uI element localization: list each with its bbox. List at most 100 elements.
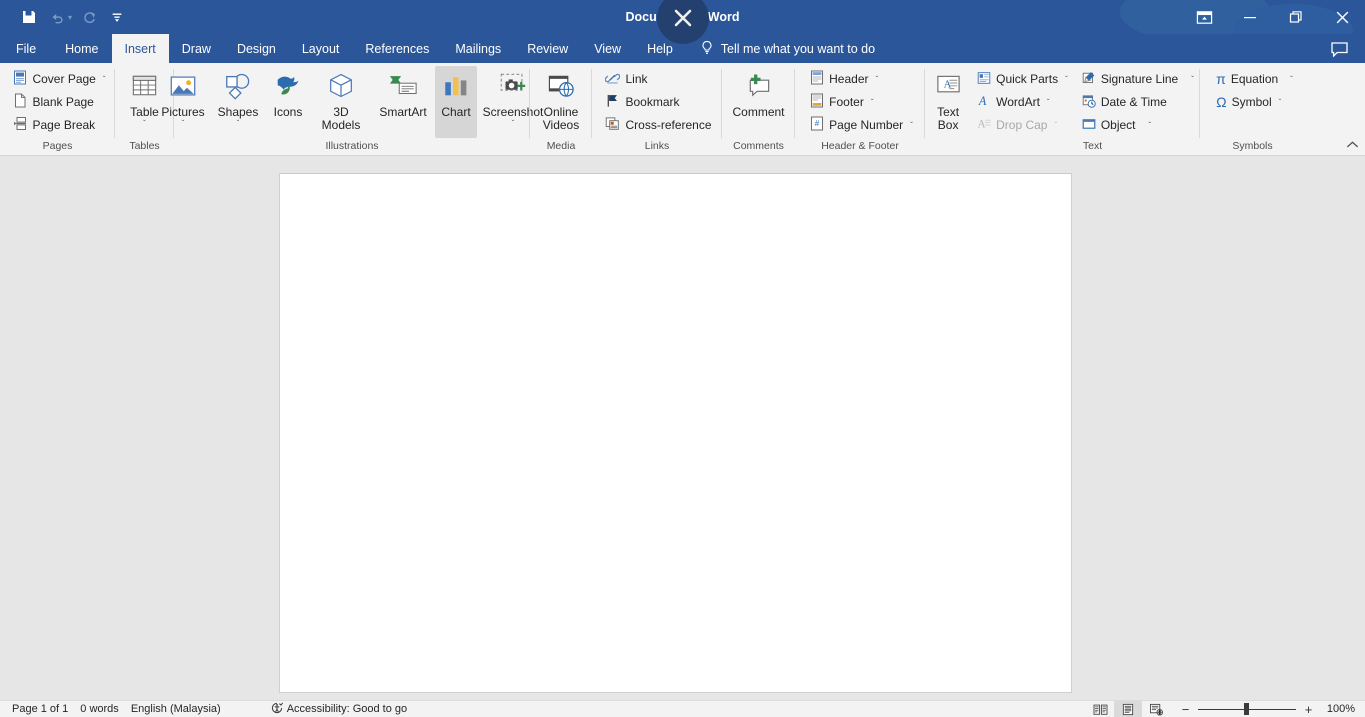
close-icon[interactable] — [1319, 0, 1365, 34]
svg-text:A: A — [978, 94, 987, 108]
tell-me-label: Tell me what you want to do — [720, 41, 876, 56]
group-label-header-footer: Header & Footer — [821, 140, 899, 152]
online-videos-button[interactable]: Online Videos — [533, 66, 589, 138]
restore-icon[interactable] — [1273, 0, 1319, 34]
cross-reference-icon — [605, 116, 620, 134]
collapse-ribbon-chevron-icon[interactable] — [1346, 140, 1359, 153]
chevron-down-icon[interactable]: ˇ — [1065, 75, 1068, 84]
cover-page-button[interactable]: Cover Page ˇ — [10, 68, 110, 90]
zoom-slider-handle[interactable] — [1244, 703, 1249, 715]
zoom-out-button[interactable]: − — [1180, 702, 1191, 717]
page-break-icon — [13, 116, 27, 134]
page-number-button[interactable]: # Page Number ˇ — [807, 114, 918, 136]
header-button[interactable]: Header ˇ — [807, 68, 918, 90]
text-box-icon: A — [934, 69, 963, 103]
chevron-down-icon[interactable]: ˇ — [1191, 75, 1194, 84]
text-box-button[interactable]: A Text Box — [926, 66, 970, 138]
link-button[interactable]: Link — [602, 68, 716, 90]
page-break-button[interactable]: Page Break — [10, 114, 110, 136]
pictures-label: Pictures — [161, 105, 205, 119]
zoom-level-label[interactable]: 100% — [1321, 703, 1355, 715]
tab-references[interactable]: References — [352, 34, 442, 63]
pictures-button[interactable]: Pictures ˇ — [156, 66, 210, 138]
chevron-down-icon[interactable]: ˇ — [103, 75, 106, 84]
tab-design[interactable]: Design — [224, 34, 289, 63]
view-web-layout-button[interactable] — [1142, 701, 1170, 717]
document-canvas[interactable] — [0, 156, 1365, 700]
save-icon[interactable] — [16, 5, 42, 29]
redo-icon[interactable] — [76, 5, 102, 29]
smartart-icon — [387, 69, 419, 103]
date-and-time-button[interactable]: Date & Time — [1079, 91, 1199, 113]
zoom-in-button[interactable]: + — [1303, 702, 1314, 717]
comments-button[interactable] — [1321, 36, 1357, 62]
page-count-status[interactable]: Page 1 of 1 — [12, 703, 80, 715]
wordart-button[interactable]: A WordArt ˇ — [974, 91, 1073, 113]
tab-view[interactable]: View — [581, 34, 634, 63]
3d-model-icon — [326, 69, 356, 103]
object-button[interactable]: Object ˇ — [1079, 114, 1199, 136]
cover-page-icon — [13, 70, 27, 88]
tab-file[interactable]: File — [0, 34, 52, 63]
drop-cap-icon: A — [977, 117, 991, 134]
signature-line-button[interactable]: Signature Line ˇ — [1079, 68, 1199, 90]
quick-parts-icon — [977, 71, 991, 88]
3d-models-button[interactable]: 3D Models ˇ — [311, 66, 371, 138]
customize-quick-access-toolbar-icon[interactable] — [104, 5, 130, 29]
chevron-down-icon[interactable]: ˇ — [871, 98, 874, 107]
chevron-down-icon[interactable]: ˇ — [1149, 121, 1152, 130]
minimize-icon[interactable] — [1227, 0, 1273, 34]
zoom-slider[interactable] — [1198, 703, 1296, 715]
drop-cap-label: Drop Cap — [996, 118, 1048, 132]
chevron-down-icon[interactable]: ˇ — [876, 75, 879, 84]
equation-icon: π — [1216, 71, 1226, 87]
shapes-button[interactable]: Shapes ˇ — [211, 66, 265, 138]
word-count-status[interactable]: 0 words — [80, 703, 131, 715]
new-comment-icon — [743, 69, 774, 103]
chevron-down-icon[interactable]: ˇ — [512, 119, 515, 128]
accessibility-status[interactable]: Accessibility: Good to go — [271, 702, 407, 717]
undo-icon[interactable] — [44, 5, 70, 29]
screenshot-icon — [497, 69, 529, 103]
language-status[interactable]: English (Malaysia) — [131, 703, 233, 715]
group-label-pages: Pages — [42, 140, 73, 152]
chevron-down-icon[interactable]: ˇ — [237, 119, 240, 128]
drop-cap-button[interactable]: A Drop Cap ˇ — [974, 114, 1073, 136]
chevron-down-icon[interactable]: ˇ — [1054, 121, 1057, 130]
ribbon-group-text: A Text Box Quick Parts ˇ A WordArt ˇ A D… — [925, 63, 1200, 156]
view-print-layout-button[interactable] — [1114, 700, 1142, 717]
bookmark-icon — [605, 93, 620, 111]
cross-reference-button[interactable]: Cross-reference — [602, 114, 716, 136]
tab-review[interactable]: Review — [514, 34, 581, 63]
comment-button[interactable]: Comment — [726, 66, 792, 138]
symbol-button[interactable]: Ω Symbol ˇ — [1213, 91, 1298, 113]
date-time-icon — [1082, 94, 1096, 111]
bookmark-button[interactable]: Bookmark — [602, 91, 716, 113]
chart-button[interactable]: Chart — [435, 66, 477, 138]
tell-me-search[interactable]: Tell me what you want to do — [686, 34, 875, 63]
quick-parts-button[interactable]: Quick Parts ˇ — [974, 68, 1073, 90]
view-read-mode-button[interactable] — [1086, 701, 1114, 717]
blank-page-button[interactable]: Blank Page — [10, 91, 110, 113]
equation-button[interactable]: π Equation ˇ — [1213, 68, 1298, 90]
tab-insert[interactable]: Insert — [111, 34, 169, 63]
tab-home[interactable]: Home — [52, 34, 111, 63]
tab-layout[interactable]: Layout — [289, 34, 353, 63]
chevron-down-icon[interactable]: ˇ — [910, 121, 913, 130]
quick-parts-label: Quick Parts — [996, 72, 1059, 86]
chevron-down-icon[interactable]: ˇ — [1290, 75, 1293, 84]
icons-button[interactable]: Icons — [266, 66, 310, 138]
blank-page-icon — [13, 93, 27, 111]
document-page[interactable] — [279, 173, 1072, 693]
undo-dropdown-caret-icon[interactable]: ▾ — [68, 13, 72, 22]
chevron-down-icon[interactable]: ˇ — [1279, 98, 1282, 107]
smartart-button[interactable]: SmartArt — [372, 66, 434, 138]
chevron-down-icon[interactable]: ˇ — [1047, 98, 1050, 107]
ribbon-display-options-icon[interactable] — [1181, 0, 1227, 34]
ribbon-group-comments: Comment Comments — [722, 63, 795, 156]
tab-draw[interactable]: Draw — [169, 34, 224, 63]
chevron-down-icon[interactable]: ˇ — [182, 119, 185, 128]
chevron-down-icon[interactable]: ˇ — [143, 119, 146, 128]
footer-button[interactable]: Footer ˇ — [807, 91, 918, 113]
tab-mailings[interactable]: Mailings — [442, 34, 514, 63]
